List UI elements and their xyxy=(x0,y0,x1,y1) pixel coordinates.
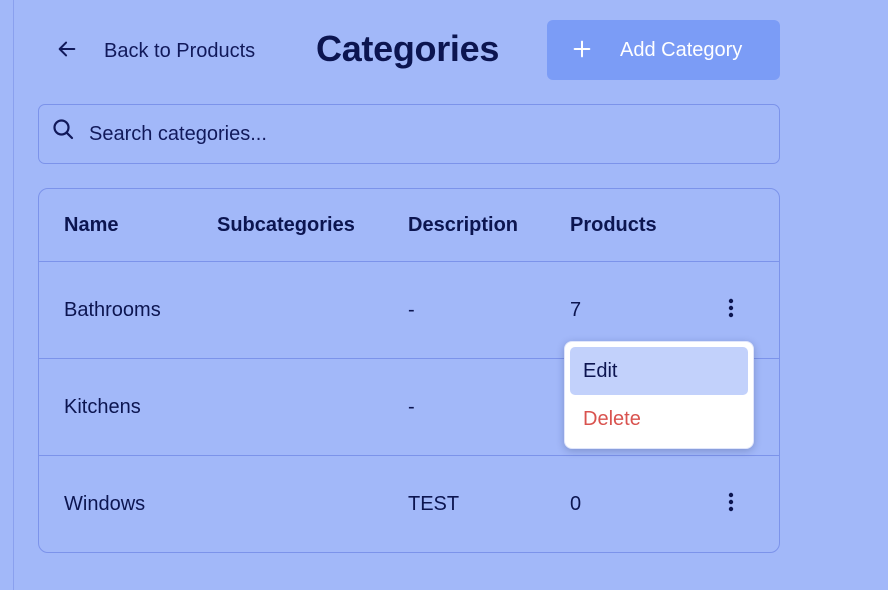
plus-icon xyxy=(571,38,593,63)
add-category-label: Add Category xyxy=(620,38,743,61)
kebab-menu-icon xyxy=(728,298,734,318)
column-header-subcategories[interactable]: Subcategories xyxy=(217,214,355,237)
page-header: Back to Products Categories Add Category xyxy=(38,20,780,80)
sidebar-divider xyxy=(13,0,14,590)
edit-menu-item[interactable]: Edit xyxy=(570,347,748,395)
row-actions-button[interactable] xyxy=(721,491,741,517)
column-header-description[interactable]: Description xyxy=(408,214,518,237)
arrow-left-icon xyxy=(56,38,78,65)
category-name-cell: Kitchens xyxy=(64,396,141,418)
categories-page: Back to Products Categories Add Category… xyxy=(0,0,888,590)
description-cell: - xyxy=(408,299,415,321)
products-count-cell: 0 xyxy=(570,493,582,515)
description-cell: TEST xyxy=(408,493,460,515)
row-actions-button[interactable] xyxy=(721,297,741,323)
products-count-cell: 7 xyxy=(570,299,582,321)
search-icon xyxy=(51,118,75,146)
search-input[interactable] xyxy=(89,122,709,146)
add-category-button[interactable]: Add Category xyxy=(547,20,780,80)
column-header-name[interactable]: Name xyxy=(64,214,118,237)
back-to-products-link[interactable]: Back to Products xyxy=(56,38,255,64)
kebab-menu-icon xyxy=(728,492,734,512)
page-title: Categories xyxy=(316,28,500,69)
category-name-cell: Windows xyxy=(64,493,146,515)
category-name-cell: Bathrooms xyxy=(64,299,161,321)
row-actions-menu: Edit Delete xyxy=(564,341,754,449)
table-row[interactable]: Windows TEST 0 xyxy=(39,456,779,552)
column-header-products[interactable]: Products xyxy=(570,214,657,237)
back-link-label: Back to Products xyxy=(104,39,256,62)
search-bar xyxy=(38,104,780,164)
description-cell: - xyxy=(408,396,415,418)
table-header: Name Subcategories Description Products xyxy=(39,189,779,262)
delete-menu-item[interactable]: Delete xyxy=(570,395,748,443)
